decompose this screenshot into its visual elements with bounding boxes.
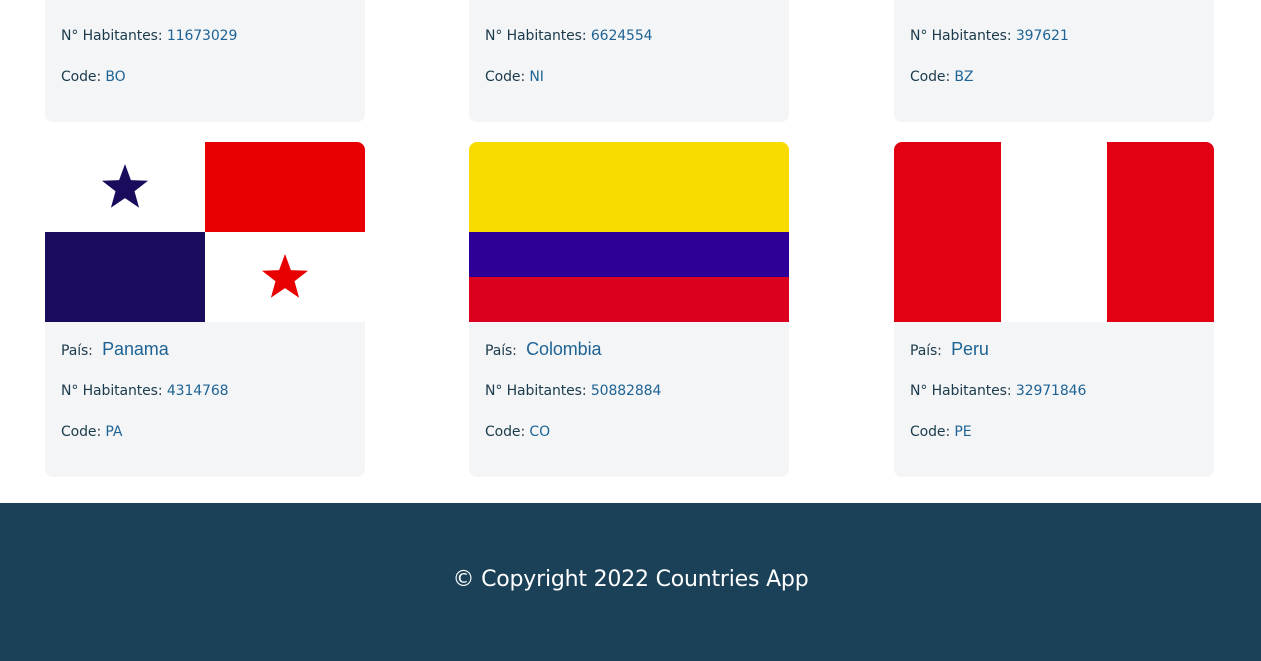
colombia-flag-icon [469,142,789,322]
code-label: Code: [61,69,102,85]
population-label: N° Habitantes: [910,383,1012,399]
code-label: Code: [485,69,526,85]
code-line: Code: BO [61,69,126,85]
code-value: CO [529,424,551,440]
population-value: 6624554 [590,28,653,44]
population-line: N° Habitantes: 32971846 [910,383,1086,399]
code-line: Code: BZ [910,69,974,85]
country-card-belize[interactable]: N° Habitantes: 397621 Code: BZ [894,0,1214,122]
panama-flag-icon [45,142,365,322]
country-card-peru[interactable]: País: Peru N° Habitantes: 32971846 Code:… [894,142,1214,477]
country-name[interactable]: Colombia [526,339,601,359]
code-value: PA [105,424,123,440]
population-label: N° Habitantes: [485,28,587,44]
footer: © Copyright 2022 Countries App [0,503,1261,661]
code-value: PE [954,424,972,440]
code-line: Code: CO [485,424,550,440]
country-card-bolivia[interactable]: N° Habitantes: 11673029 Code: BO [45,0,365,122]
population-value: 32971846 [1015,383,1087,399]
country-name[interactable]: Peru [951,339,989,359]
code-label: Code: [485,424,526,440]
country-line: País: Peru [910,339,989,360]
country-label: País: [485,343,517,359]
code-label: Code: [910,69,951,85]
population-line: N° Habitantes: 6624554 [485,28,653,44]
country-card-colombia[interactable]: País: Colombia N° Habitantes: 50882884 C… [469,142,789,477]
code-label: Code: [61,424,102,440]
population-value: 11673029 [166,28,238,44]
code-line: Code: NI [485,69,544,85]
country-name[interactable]: Panama [102,339,169,359]
population-label: N° Habitantes: [910,28,1012,44]
country-line: País: Colombia [485,339,601,360]
code-line: Code: PE [910,424,972,440]
code-value: BO [105,69,126,85]
country-label: País: [910,343,942,359]
population-line: N° Habitantes: 4314768 [61,383,229,399]
population-line: N° Habitantes: 11673029 [61,28,237,44]
code-line: Code: PA [61,424,122,440]
population-line: N° Habitantes: 50882884 [485,383,661,399]
population-value: 397621 [1015,28,1069,44]
country-line: País: Panama [61,339,169,360]
code-value: NI [529,69,544,85]
population-value: 50882884 [590,383,662,399]
code-label: Code: [910,424,951,440]
country-label: País: [61,343,93,359]
population-label: N° Habitantes: [61,28,163,44]
population-line: N° Habitantes: 397621 [910,28,1069,44]
peru-flag-icon [894,142,1214,322]
population-label: N° Habitantes: [61,383,163,399]
population-value: 4314768 [166,383,229,399]
country-card-nicaragua[interactable]: N° Habitantes: 6624554 Code: NI [469,0,789,122]
population-label: N° Habitantes: [485,383,587,399]
code-value: BZ [954,69,974,85]
country-card-panama[interactable]: País: Panama N° Habitantes: 4314768 Code… [45,142,365,477]
country-grid: N° Habitantes: 11673029 Code: BO N° Habi… [0,0,1261,503]
copyright-text: © Copyright 2022 Countries App [452,567,809,592]
